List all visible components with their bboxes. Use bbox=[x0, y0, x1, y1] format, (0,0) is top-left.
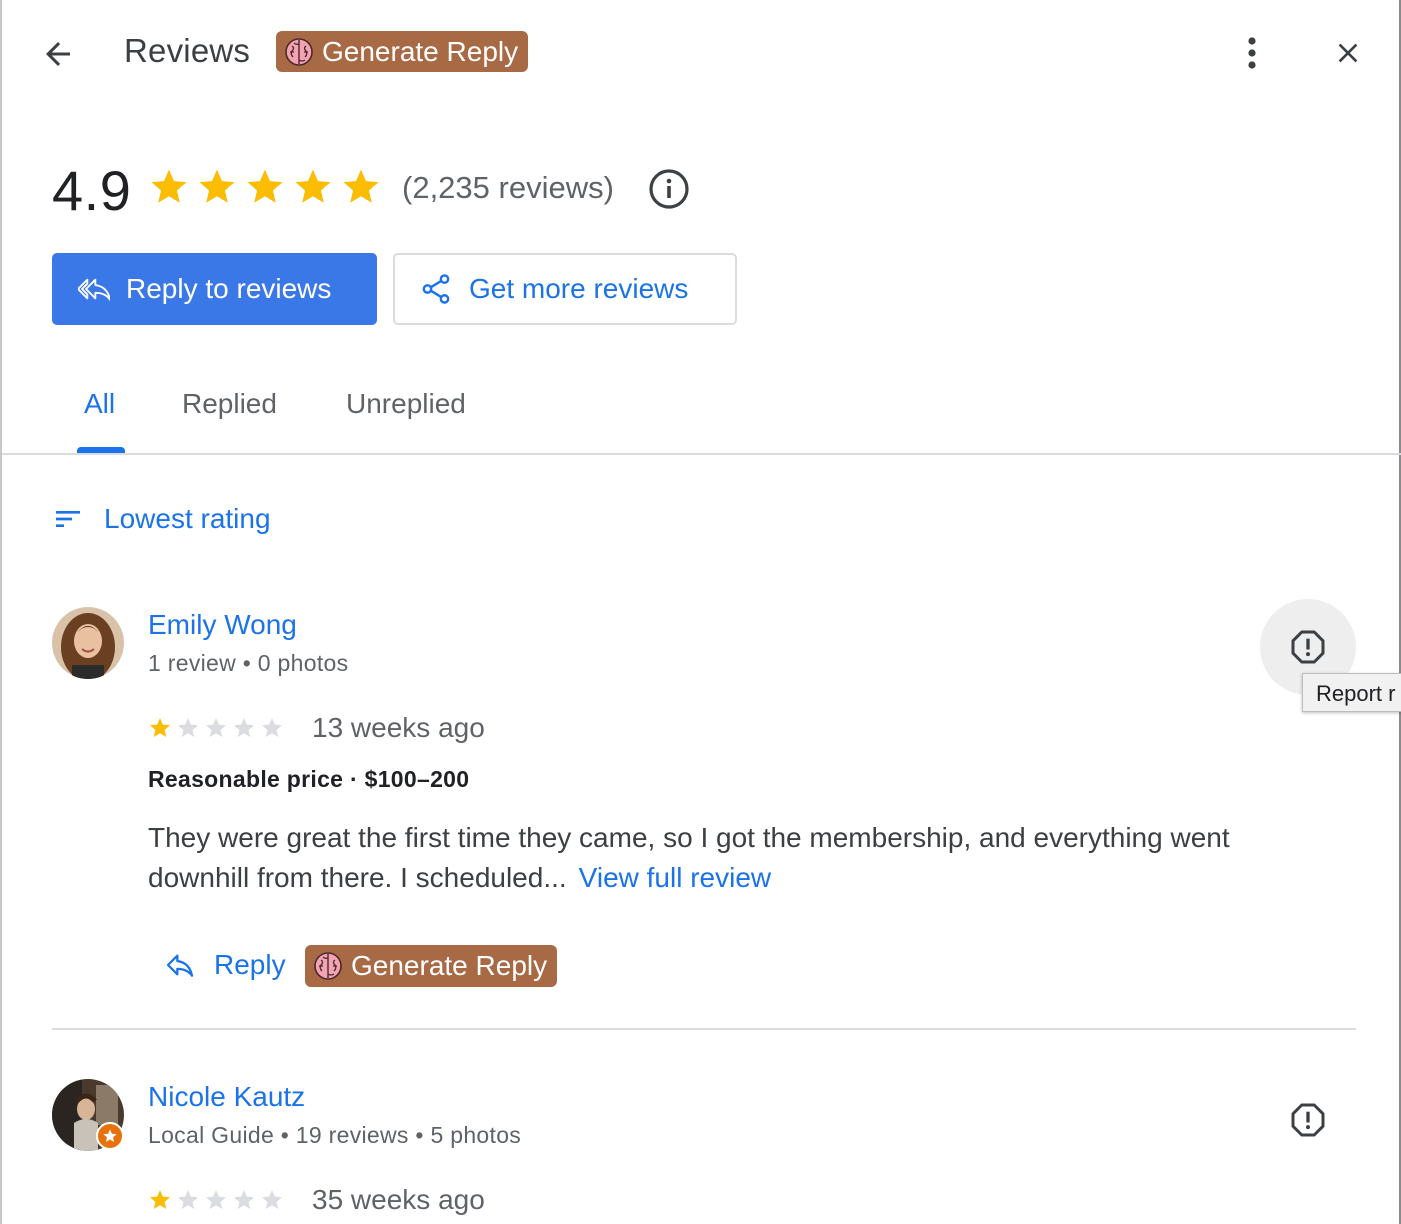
info-button[interactable] bbox=[647, 167, 691, 211]
back-button[interactable] bbox=[32, 28, 84, 80]
reviewer-meta: 1 review • 0 photos bbox=[148, 650, 349, 676]
close-icon bbox=[1338, 43, 1358, 63]
rating-stars bbox=[148, 166, 382, 208]
star-empty-icon bbox=[262, 718, 282, 737]
star-filled-icon bbox=[295, 169, 331, 203]
generate-reply-label: Generate Reply bbox=[322, 35, 519, 67]
tabs-divider bbox=[2, 453, 1401, 455]
generate-reply-label: Generate Reply bbox=[351, 950, 548, 981]
star-empty-icon bbox=[234, 718, 254, 737]
get-more-reviews-label: Get more reviews bbox=[469, 273, 689, 304]
page-title: Reviews bbox=[124, 32, 251, 69]
reply-label: Reply bbox=[214, 949, 286, 980]
report-tooltip: Report r bbox=[1302, 673, 1401, 712]
star-empty-icon bbox=[178, 1190, 198, 1209]
view-full-review-link[interactable]: View full review bbox=[579, 862, 771, 893]
info-icon bbox=[649, 169, 689, 209]
reviewer-photo bbox=[52, 607, 124, 679]
star-filled-icon bbox=[247, 169, 283, 203]
star-empty-icon bbox=[234, 1190, 254, 1209]
star-filled-icon bbox=[199, 169, 235, 203]
star-filled-icon bbox=[150, 1190, 170, 1209]
average-rating: 4.9 bbox=[52, 159, 132, 222]
share-icon bbox=[422, 274, 450, 304]
star-empty-icon bbox=[206, 1190, 226, 1209]
more-vert-icon bbox=[1248, 37, 1256, 69]
report-icon bbox=[1291, 1103, 1325, 1137]
review-count: (2,235 reviews) bbox=[402, 170, 614, 205]
star-empty-icon bbox=[262, 1190, 282, 1209]
report-button[interactable] bbox=[1284, 1096, 1332, 1144]
star-badge-icon bbox=[103, 1129, 117, 1142]
arrow-back-icon bbox=[46, 42, 70, 66]
sort-button[interactable]: Lowest rating bbox=[52, 503, 271, 535]
sort-icon bbox=[56, 511, 80, 527]
star-filled-icon bbox=[343, 169, 379, 203]
reviewer-name[interactable]: Emily Wong bbox=[148, 609, 297, 641]
star-empty-icon bbox=[206, 718, 226, 737]
brain-icon bbox=[285, 37, 313, 66]
star-filled-icon bbox=[151, 169, 187, 203]
review-rating-stars bbox=[148, 1188, 284, 1212]
more-options-button[interactable] bbox=[1228, 28, 1276, 78]
reply-all-icon bbox=[78, 278, 110, 301]
review-text: They were great the first time they came… bbox=[148, 818, 1298, 898]
reviewer-name[interactable]: Nicole Kautz bbox=[148, 1081, 305, 1113]
review-date: 35 weeks ago bbox=[312, 1184, 485, 1215]
star-empty-icon bbox=[178, 718, 198, 737]
reply-button[interactable]: Reply bbox=[164, 949, 286, 981]
sort-label: Lowest rating bbox=[104, 503, 271, 534]
reply-icon bbox=[166, 954, 194, 977]
reply-to-reviews-label: Reply to reviews bbox=[126, 273, 332, 304]
star-filled-icon bbox=[150, 718, 170, 737]
review-rating-stars bbox=[148, 716, 284, 740]
tab-all[interactable]: All bbox=[84, 388, 115, 420]
review-date: 13 weeks ago bbox=[312, 712, 485, 743]
get-more-reviews-button[interactable]: Get more reviews bbox=[393, 253, 737, 325]
tab-replied[interactable]: Replied bbox=[182, 388, 277, 420]
avatar[interactable] bbox=[52, 607, 124, 679]
close-button[interactable] bbox=[1322, 28, 1374, 78]
generate-reply-button[interactable]: Generate Reply bbox=[276, 31, 529, 72]
reviewer-meta: Local Guide • 19 reviews • 5 photos bbox=[148, 1122, 522, 1148]
reviews-panel: Reviews Generate Reply 4.9 (2,235 review… bbox=[0, 0, 1401, 1224]
generate-reply-button[interactable]: Generate Reply bbox=[305, 945, 558, 987]
reply-to-reviews-button[interactable]: Reply to reviews bbox=[52, 253, 377, 325]
local-guide-badge bbox=[96, 1122, 124, 1150]
review-divider bbox=[52, 1028, 1356, 1030]
report-icon bbox=[1291, 630, 1325, 664]
brain-icon bbox=[314, 952, 342, 980]
review-attributes: Reasonable price · $100–200 bbox=[148, 766, 470, 792]
tab-unreplied[interactable]: Unreplied bbox=[346, 388, 466, 420]
